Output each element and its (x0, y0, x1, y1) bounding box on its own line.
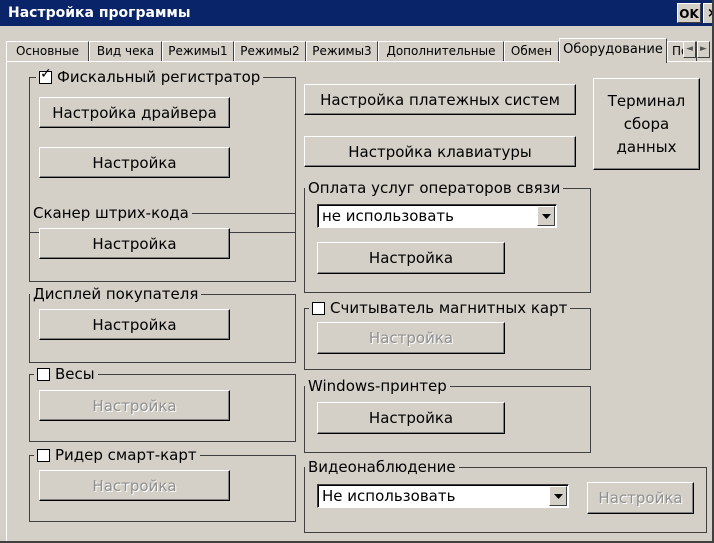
terminal-line-3: данных (616, 137, 677, 156)
customer-display-group: Дисплей покупателя Настройка (29, 284, 296, 363)
telecom-payment-group: Оплата услуг операторов связи не использ… (304, 178, 591, 293)
windows-printer-label: Windows-принтер (308, 377, 447, 395)
keyboard-settings-button[interactable]: Настройка клавиатуры (304, 136, 576, 167)
tab-modes2[interactable]: Режимы2 (234, 41, 306, 62)
video-select[interactable]: Не использовать (317, 484, 569, 508)
scroll-right-icon[interactable]: ► (697, 41, 710, 58)
telecom-payment-legend: Оплата услуг операторов связи (305, 178, 564, 198)
smartcard-reader-legend: Ридер смарт-карт (34, 445, 200, 465)
magnetic-reader-checkbox[interactable] (312, 301, 325, 315)
tab-main[interactable]: Основные (6, 41, 89, 62)
check-icon: ✓ (40, 65, 52, 82)
ok-button[interactable]: OK (677, 3, 701, 23)
video-settings-button[interactable]: Настройка (587, 482, 694, 514)
fiscal-settings-button[interactable]: Настройка (39, 147, 230, 178)
scales-settings-button[interactable]: Настройка (39, 390, 230, 421)
telecom-payment-label: Оплата услуг операторов связи (308, 179, 561, 197)
video-surveillance-label: Видеонаблюдение (308, 458, 456, 476)
scales-legend: Весы (34, 364, 98, 384)
printer-settings-button[interactable]: Настройка (317, 402, 505, 434)
fiscal-registrar-legend: ✓ Фискальный регистратор (36, 67, 264, 87)
scales-label: Весы (55, 365, 95, 383)
close-icon[interactable]: × (703, 3, 712, 23)
customer-display-label: Дисплей покупателя (33, 285, 199, 303)
video-surveillance-group: Видеонаблюдение Не использовать Настройк… (304, 457, 707, 533)
tab-modes1[interactable]: Режимы1 (162, 41, 234, 62)
smartcard-checkbox[interactable] (37, 448, 50, 462)
tab-bar: Основные Вид чека Режимы1 Режимы2 Режимы… (0, 38, 712, 63)
terminal-line-1: Терминал (607, 91, 686, 110)
smartcard-settings-button[interactable]: Настройка (39, 470, 230, 501)
windows-printer-group: Windows-принтер Настройка (304, 376, 591, 453)
payment-systems-button[interactable]: Настройка платежных систем (304, 84, 576, 115)
dropdown-arrow-icon[interactable] (549, 486, 567, 506)
tab-modes3[interactable]: Режимы3 (306, 41, 378, 62)
scanner-settings-button[interactable]: Настройка (39, 228, 230, 259)
barcode-scanner-legend: Сканер штрих-кода (30, 203, 192, 223)
title-bar: Настройка программы OK × (0, 0, 712, 26)
scroll-left-icon[interactable]: ◄ (683, 41, 696, 58)
telecom-select-value: не использовать (322, 207, 454, 225)
magnetic-reader-group: Считыватель магнитных карт Настройка (304, 298, 591, 370)
equipment-panel: ✓ Фискальный регистратор Настройка драйв… (6, 61, 712, 541)
customer-display-legend: Дисплей покупателя (30, 284, 202, 304)
barcode-scanner-group: Сканер штрих-кода Настройка (29, 203, 296, 282)
magnetic-reader-legend: Считыватель магнитных карт (309, 298, 571, 318)
video-select-value: Не использовать (322, 487, 456, 505)
scales-group: Весы Настройка (29, 364, 296, 442)
barcode-scanner-label: Сканер штрих-кода (33, 204, 189, 222)
telecom-settings-button[interactable]: Настройка (317, 242, 505, 274)
dropdown-arrow-icon[interactable] (537, 206, 555, 226)
windows-printer-legend: Windows-принтер (305, 376, 450, 396)
video-surveillance-legend: Видеонаблюдение (305, 457, 459, 477)
display-settings-button[interactable]: Настройка (39, 309, 230, 340)
driver-settings-button[interactable]: Настройка драйвера (39, 97, 230, 128)
smartcard-reader-label: Ридер смарт-карт (55, 446, 197, 464)
tab-additional[interactable]: Дополнительные (378, 41, 504, 62)
window-title: Настройка программы (8, 5, 191, 21)
telecom-select[interactable]: не использовать (317, 204, 557, 228)
tab-equipment[interactable]: Оборудование (559, 38, 667, 63)
tab-receipt-view[interactable]: Вид чека (89, 41, 162, 62)
magnetic-settings-button[interactable]: Настройка (317, 322, 505, 354)
scales-checkbox[interactable] (37, 367, 50, 381)
tab-exchange[interactable]: Обмен (504, 41, 559, 62)
settings-window: Настройка программы OK × Основные Вид че… (0, 0, 714, 543)
terminal-line-2: сбора (623, 114, 670, 133)
fiscal-registrar-label: Фискальный регистратор (57, 68, 261, 86)
fiscal-registrar-checkbox[interactable]: ✓ (39, 67, 52, 84)
smartcard-reader-group: Ридер смарт-карт Настройка (29, 445, 296, 522)
data-terminal-button[interactable]: Терминал сбора данных (593, 78, 700, 170)
magnetic-reader-label: Считыватель магнитных карт (330, 299, 568, 317)
